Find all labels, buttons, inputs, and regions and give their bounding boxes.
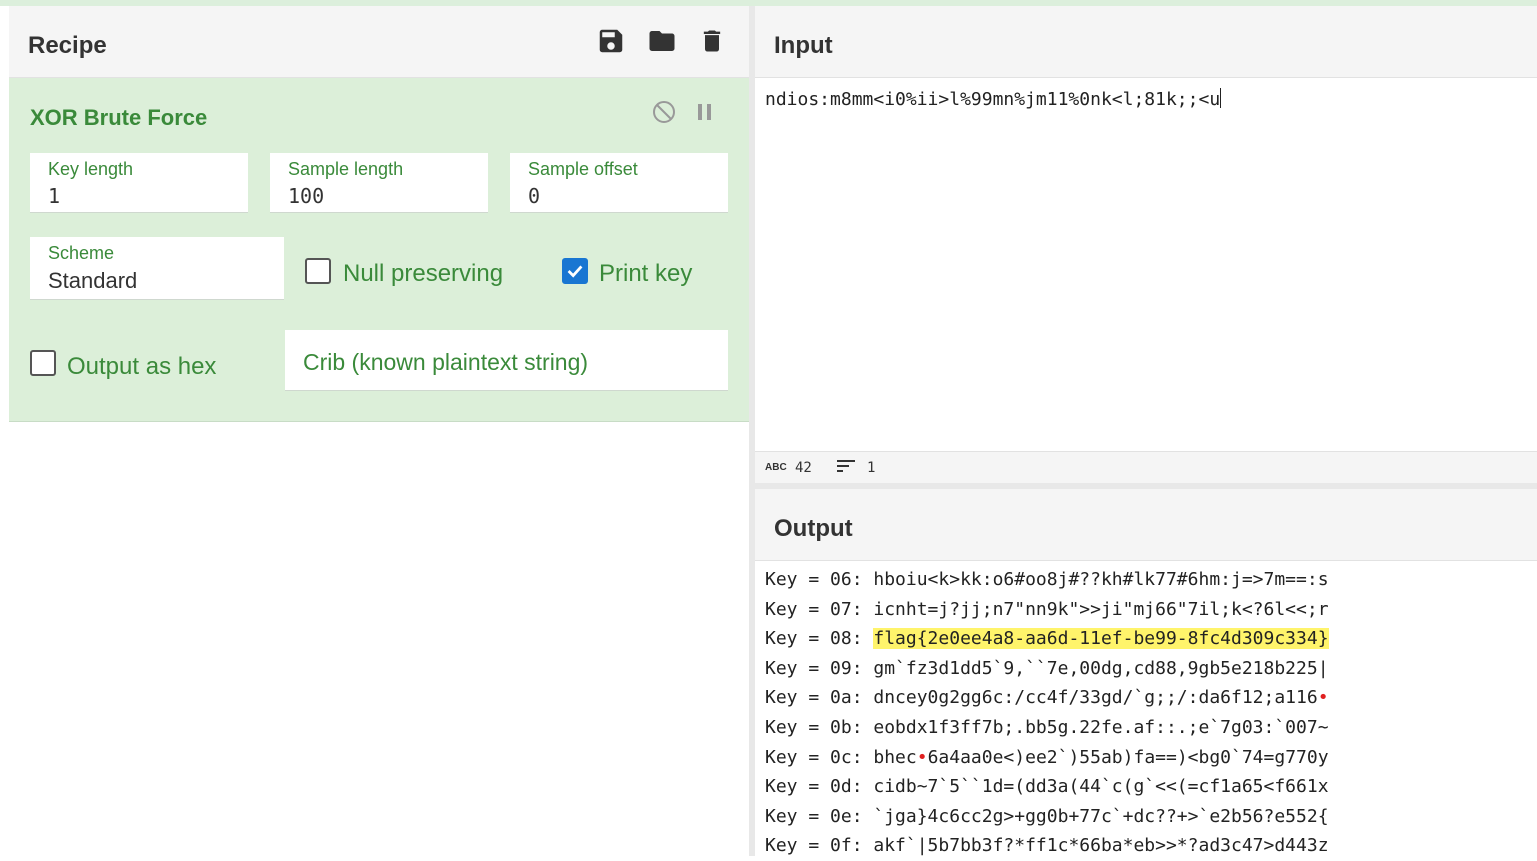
key-length-label: Key length bbox=[48, 159, 134, 179]
output-line: Key = 08: flag{2e0ee4a8-aa6d-11ef-be99-8… bbox=[765, 624, 1329, 654]
output-line: Key = 0e: `jga}4c6cc2g>+gg0b+77c`+dc??+>… bbox=[765, 802, 1329, 832]
output-text: Key = 06: hboiu<k>kk:o6#oo8j#??kh#lk77#6… bbox=[765, 565, 1329, 861]
disable-icon[interactable] bbox=[652, 100, 676, 129]
trash-icon[interactable] bbox=[698, 26, 728, 60]
line-count: 1 bbox=[867, 460, 876, 476]
sample-length-value: 100 bbox=[288, 184, 325, 208]
output-title: Output bbox=[774, 515, 853, 542]
output-key: Key = 0e: bbox=[765, 805, 874, 827]
sample-length-field[interactable]: Sample length 100 bbox=[270, 153, 488, 213]
output-line: Key = 0b: eobdx1f3ff7b;.bb5g.22fe.af::.;… bbox=[765, 713, 1329, 743]
output-line: Key = 06: hboiu<k>kk:o6#oo8j#??kh#lk77#6… bbox=[765, 565, 1329, 595]
output-key: Key = 0c: bbox=[765, 746, 874, 768]
output-line: Key = 07: icnht=j?jj;n7"nn9k">>ji"mj66"7… bbox=[765, 595, 1329, 625]
output-key: Key = 0d: bbox=[765, 776, 874, 798]
output-value: 6a4aa0e<)ee2`)55ab)fa==)<bg0`74=g770y bbox=[927, 746, 1329, 768]
input-header: Input bbox=[755, 6, 1537, 78]
output-line: Key = 0c: bhec•6a4aa0e<)ee2`)55ab)fa==)<… bbox=[765, 743, 1329, 773]
output-key: Key = 0b: bbox=[765, 716, 874, 738]
output-value: dncey0g2gg6c:/cc4f/33gd/`g;;/:da6f12;a11… bbox=[873, 687, 1318, 709]
key-length-value: 1 bbox=[48, 184, 61, 208]
output-line: Key = 09: gm`fz3d1dd5`9,``7e,00dg,cd88,9… bbox=[765, 654, 1329, 684]
input-text: ndios:m8mm<i0%ii>l%99mn%jm11%0nk<l;81k;;… bbox=[765, 89, 1221, 110]
output-key: Key = 06: bbox=[765, 569, 874, 590]
pause-icon[interactable] bbox=[695, 100, 715, 129]
output-key: Key = 0a: bbox=[765, 687, 874, 709]
print-key-label: Print key bbox=[599, 260, 693, 287]
check-icon bbox=[567, 265, 583, 278]
scheme-select[interactable]: Scheme Standard bbox=[30, 237, 284, 300]
output-pane: Output Key = 06: hboiu<k>kk:o6#oo8j#??kh… bbox=[755, 489, 1537, 856]
output-value: eobdx1f3ff7b;.bb5g.22fe.af::.;e`7g03:`00… bbox=[873, 716, 1329, 738]
sample-offset-value: 0 bbox=[528, 184, 541, 208]
null-preserving-checkbox[interactable] bbox=[305, 258, 331, 284]
output-as-hex-checkbox[interactable] bbox=[30, 350, 56, 376]
save-icon[interactable] bbox=[596, 26, 626, 60]
recipe-pane: Recipe XOR Brute Force Key length 1 Samp… bbox=[9, 6, 749, 856]
output-line: Key = 0d: cidb~7`5``1d=(dd3a(44`c(g`<<(=… bbox=[765, 772, 1329, 802]
input-pane: Input ndios:m8mm<i0%ii>l%99mn%jm11%0nk<l… bbox=[755, 6, 1537, 484]
output-value: akf`|5b7bb3f?*ff1c*66ba*eb>>*?ad3c47>d44… bbox=[873, 835, 1329, 857]
sample-offset-field[interactable]: Sample offset 0 bbox=[510, 153, 728, 213]
print-key-checkbox[interactable] bbox=[562, 258, 588, 284]
output-value: hboiu<k>kk:o6#oo8j#??kh#lk77#6hm:j=>7m==… bbox=[873, 569, 1329, 590]
folder-icon[interactable] bbox=[646, 26, 676, 60]
output-key: Key = 08: bbox=[765, 628, 874, 650]
output-line: Key = 0a: dncey0g2gg6c:/cc4f/33gd/`g;;/:… bbox=[765, 683, 1329, 713]
control-char-dot-icon: • bbox=[916, 746, 928, 768]
output-value: bhec bbox=[873, 746, 917, 768]
input-title: Input bbox=[774, 32, 833, 59]
crib-placeholder: Crib (known plaintext string) bbox=[303, 349, 589, 375]
scheme-value: Standard bbox=[48, 268, 138, 293]
sample-length-label: Sample length bbox=[288, 159, 404, 179]
control-char-dot-icon: • bbox=[1317, 687, 1329, 709]
crib-input[interactable]: Crib (known plaintext string) bbox=[285, 330, 728, 391]
flag-highlight: flag{2e0ee4a8-aa6d-11ef-be99-8fc4d309c33… bbox=[873, 628, 1329, 650]
recipe-header: Recipe bbox=[9, 6, 749, 78]
output-header: Output bbox=[755, 489, 1537, 561]
output-key: Key = 0f: bbox=[765, 835, 874, 857]
sample-offset-label: Sample offset bbox=[528, 159, 638, 179]
char-count-icon: ABC bbox=[765, 462, 787, 473]
input-textarea[interactable]: ndios:m8mm<i0%ii>l%99mn%jm11%0nk<l;81k;;… bbox=[765, 88, 1222, 110]
text-cursor bbox=[1220, 88, 1222, 108]
key-length-field[interactable]: Key length 1 bbox=[30, 153, 248, 213]
output-value: icnht=j?jj;n7"nn9k">>ji"mj66"7il;k<?6l<<… bbox=[873, 598, 1329, 620]
char-count: 42 bbox=[795, 460, 812, 476]
operation-xor-brute-force: XOR Brute Force Key length 1 Sample leng… bbox=[9, 78, 749, 422]
null-preserving-label: Null preserving bbox=[343, 260, 504, 287]
output-as-hex-label: Output as hex bbox=[67, 353, 217, 380]
operation-title: XOR Brute Force bbox=[30, 105, 208, 130]
scheme-label: Scheme bbox=[48, 243, 115, 263]
output-value: gm`fz3d1dd5`9,``7e,00dg,cd88,9gb5e218b22… bbox=[873, 657, 1329, 679]
output-value: cidb~7`5``1d=(dd3a(44`c(g`<<(=cf1a65<f66… bbox=[873, 776, 1329, 798]
output-line: Key = 0f: akf`|5b7bb3f?*ff1c*66ba*eb>>*?… bbox=[765, 831, 1329, 861]
output-value: `jga}4c6cc2g>+gg0b+77c`+dc??+>`e2b56?e55… bbox=[873, 805, 1329, 827]
recipe-title: Recipe bbox=[28, 32, 107, 59]
line-count-icon bbox=[837, 458, 855, 477]
input-statusbar: ABC 42 1 bbox=[755, 451, 1537, 484]
output-key: Key = 09: bbox=[765, 657, 874, 679]
output-key: Key = 07: bbox=[765, 598, 874, 620]
